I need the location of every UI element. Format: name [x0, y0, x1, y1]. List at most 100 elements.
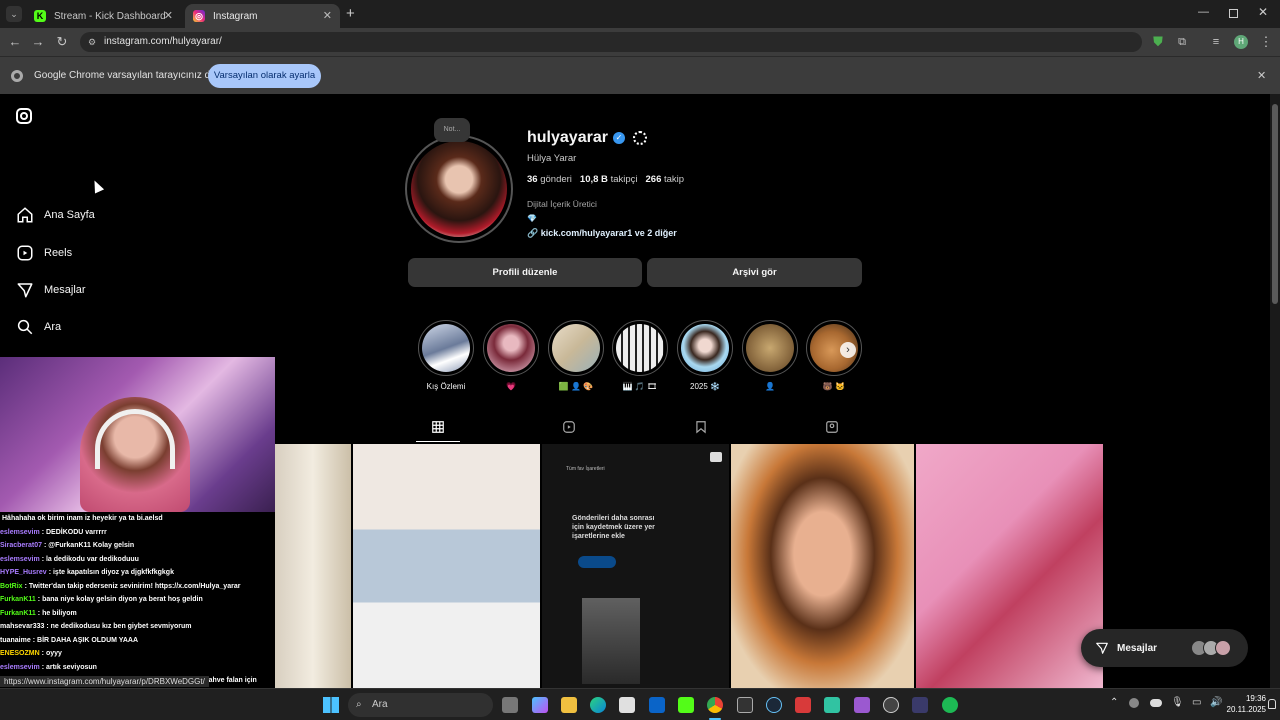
- notifications-icon[interactable]: [1268, 699, 1276, 709]
- back-icon[interactable]: ←: [7, 34, 23, 50]
- url-text: instagram.com/hulyayarar/: [104, 36, 222, 47]
- sidebar-item-home[interactable]: Ana Sayfa: [16, 206, 95, 224]
- page-scrollbar[interactable]: [1270, 94, 1280, 688]
- task-view-icon[interactable]: [502, 697, 518, 713]
- start-button-icon[interactable]: [323, 697, 339, 713]
- note-bubble[interactable]: Not...: [434, 118, 470, 142]
- microphone-icon[interactable]: 🎙: [1171, 697, 1184, 708]
- chat-text: : he biliyom: [37, 609, 77, 617]
- close-tab-icon[interactable]: ✕: [323, 9, 332, 22]
- address-bar[interactable]: ⚙ instagram.com/hulyayarar/: [80, 32, 1142, 52]
- tab-kick-dashboard[interactable]: K Stream - Kick Dashboard ✕: [26, 4, 181, 28]
- highlight-item[interactable]: 💗: [483, 320, 539, 391]
- onedrive-icon[interactable]: [1150, 699, 1162, 707]
- chat-text: : @FurkanK11 Kolay gelsin: [44, 542, 135, 549]
- maximize-button[interactable]: [1229, 9, 1238, 18]
- site-info-icon[interactable]: ⚙: [88, 32, 96, 52]
- media-icon[interactable]: ≡: [1208, 34, 1224, 50]
- chat-text: : artık seviyosun: [41, 663, 97, 671]
- home-icon: [17, 207, 33, 223]
- forward-icon[interactable]: →: [30, 34, 46, 50]
- messages-floating-button[interactable]: Mesajlar: [1081, 629, 1248, 667]
- avatar-stack: [1191, 640, 1239, 656]
- highlight-item[interactable]: 🎹 🎵 🎞: [612, 320, 668, 391]
- search-icon: ⌕: [356, 699, 362, 710]
- saved-tab-icon[interactable]: [694, 420, 708, 434]
- chat-username: BotRix: [0, 582, 23, 590]
- post-button-graphic: [578, 556, 616, 568]
- chat-username: ENESOZMN: [0, 650, 40, 657]
- red-app-icon[interactable]: [795, 697, 811, 713]
- sidebar-item-label: Reels: [44, 247, 73, 259]
- copilot-icon[interactable]: [532, 697, 548, 713]
- store-icon[interactable]: [619, 697, 635, 713]
- outlook-icon[interactable]: [649, 697, 665, 713]
- streamlabs-icon[interactable]: [824, 697, 840, 713]
- followers-stat[interactable]: 10,8 B takipçi: [580, 174, 638, 185]
- edge-icon[interactable]: [590, 697, 606, 713]
- reel-play-icon: [710, 452, 722, 462]
- settings-gear-icon[interactable]: [632, 131, 647, 145]
- sidebar-item-messages[interactable]: Mesajlar: [16, 281, 86, 299]
- menu-icon[interactable]: ⋮: [1258, 34, 1274, 50]
- minimize-button[interactable]: —: [1198, 6, 1209, 18]
- post-thumbnail[interactable]: [731, 444, 914, 688]
- network-icon[interactable]: ▭: [1192, 697, 1201, 708]
- tray-chevron-icon[interactable]: ⌃: [1110, 697, 1118, 708]
- post-thumbnail[interactable]: [353, 444, 540, 688]
- posts-stat[interactable]: 36 gönderi: [527, 174, 572, 185]
- app-icon[interactable]: [912, 697, 928, 713]
- tab-instagram[interactable]: ◎ Instagram ✕: [185, 4, 340, 28]
- steam-icon[interactable]: [766, 697, 782, 713]
- post-thumbnail[interactable]: [916, 444, 1103, 688]
- reels-tab-icon[interactable]: [562, 420, 576, 434]
- new-tab-button[interactable]: +: [346, 5, 355, 22]
- webcam-overlay: [0, 357, 275, 512]
- sidebar-item-reels[interactable]: Reels: [16, 244, 72, 262]
- profile-link[interactable]: 🔗 kick.com/hulyayarar1 ve 2 diğer: [527, 228, 677, 239]
- tagged-tab-icon[interactable]: [825, 420, 839, 434]
- tray-icon[interactable]: [1129, 698, 1139, 708]
- chat-text: : oyyy: [41, 650, 62, 657]
- profile-avatar[interactable]: [405, 135, 513, 243]
- sidebar-item-search[interactable]: Ara: [16, 318, 61, 336]
- scrollbar-thumb[interactable]: [1272, 104, 1278, 304]
- close-tab-icon[interactable]: ✕: [164, 9, 173, 22]
- chevron-right-icon[interactable]: ›: [840, 342, 856, 358]
- reload-icon[interactable]: ↻: [54, 34, 70, 50]
- close-window-button[interactable]: ✕: [1258, 5, 1268, 19]
- taskbar-search-box[interactable]: ⌕ Ara: [348, 693, 493, 717]
- purple-app-icon[interactable]: [854, 697, 870, 713]
- highlight-item[interactable]: Kış Özlemi: [418, 320, 474, 391]
- chat-username: eslemsevim: [0, 663, 40, 671]
- tab-search-button[interactable]: ⌄: [6, 6, 22, 22]
- following-stat[interactable]: 266 takip: [646, 174, 685, 185]
- posts-grid-tab-icon[interactable]: [431, 420, 445, 434]
- set-default-button[interactable]: Varsayılan olarak ayarla: [208, 64, 321, 88]
- instagram-logo-icon[interactable]: [16, 108, 32, 124]
- close-infobar-icon[interactable]: ✕: [1257, 69, 1266, 82]
- volume-icon[interactable]: 🔊: [1210, 697, 1222, 708]
- chat-text: : DEDİKODU varrrrr: [41, 528, 107, 536]
- highlight-item[interactable]: 🟩 👤 🎨: [548, 320, 604, 391]
- highlight-item[interactable]: 👤: [742, 320, 798, 391]
- edit-profile-button[interactable]: Profili düzenle: [408, 258, 642, 287]
- sidebar-item-label: Mesajlar: [44, 284, 86, 296]
- highlight-item[interactable]: 2025 ❄️: [677, 320, 733, 391]
- post-text: Tüm fav İşaretleri: [566, 466, 605, 472]
- file-explorer-icon[interactable]: [561, 697, 577, 713]
- chat-username: FurkanK11: [0, 609, 36, 617]
- chat-text: : BİR DAHA AŞIK OLDUM YAAA: [32, 636, 138, 644]
- extensions-icon[interactable]: ⧉: [1174, 34, 1190, 50]
- kick-app-icon[interactable]: [678, 697, 694, 713]
- obs-icon[interactable]: [883, 697, 899, 713]
- clock[interactable]: 19:36 20.11.2025: [1226, 693, 1266, 715]
- chrome-icon[interactable]: [707, 697, 723, 713]
- epic-games-icon[interactable]: [737, 697, 753, 713]
- spotify-icon[interactable]: [942, 697, 958, 713]
- view-archive-button[interactable]: Arşivi gör: [647, 258, 862, 287]
- post-thumbnail[interactable]: Tüm fav İşaretleri Gönderileri daha sonr…: [542, 444, 729, 688]
- chat-message: Siracberat07: @FurkanK11 Kolay gelsin: [0, 539, 300, 553]
- shield-extension-icon[interactable]: ⛊: [1150, 34, 1166, 50]
- profile-avatar[interactable]: H: [1234, 35, 1248, 49]
